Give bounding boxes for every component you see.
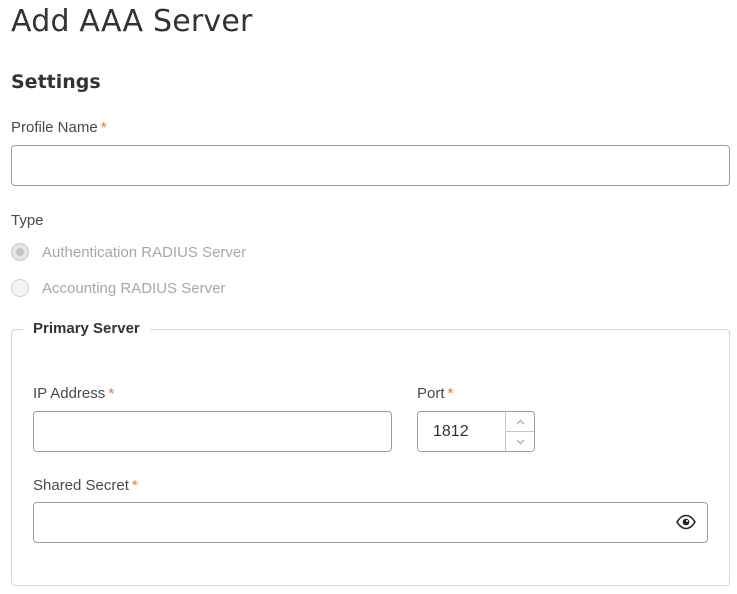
shared-secret-label: Shared Secret * bbox=[33, 477, 138, 495]
chevron-up-icon bbox=[516, 419, 524, 424]
radio-accounting-label: Accounting RADIUS Server bbox=[42, 279, 226, 297]
port-required-mark: * bbox=[447, 385, 454, 402]
profile-name-required-mark: * bbox=[100, 119, 107, 136]
port-label-text: Port bbox=[417, 385, 445, 402]
page-title: Add AAA Server bbox=[11, 4, 253, 39]
shared-secret-required-mark: * bbox=[131, 477, 138, 494]
profile-name-input[interactable] bbox=[11, 145, 730, 186]
port-label: Port * bbox=[417, 385, 453, 403]
radio-authentication-button[interactable] bbox=[11, 243, 29, 261]
radio-accounting-button[interactable] bbox=[11, 279, 29, 297]
chevron-down-icon bbox=[516, 439, 524, 444]
radio-authentication-label: Authentication RADIUS Server bbox=[42, 243, 247, 261]
eye-icon bbox=[676, 514, 696, 530]
port-increment-button[interactable] bbox=[506, 412, 534, 432]
shared-secret-label-text: Shared Secret bbox=[33, 477, 129, 494]
port-decrement-button[interactable] bbox=[506, 432, 534, 451]
shared-secret-input[interactable] bbox=[33, 502, 708, 543]
primary-server-fieldset bbox=[11, 329, 730, 586]
show-password-toggle[interactable] bbox=[676, 514, 696, 530]
settings-section-title: Settings bbox=[11, 71, 101, 93]
ip-address-label-text: IP Address bbox=[33, 385, 106, 402]
primary-server-legend: Primary Server bbox=[23, 319, 150, 339]
ip-address-input[interactable] bbox=[33, 411, 392, 452]
type-label: Type bbox=[11, 212, 44, 229]
ip-address-label: IP Address * bbox=[33, 385, 114, 403]
radio-option-accounting[interactable]: Accounting RADIUS Server bbox=[11, 278, 225, 298]
profile-name-label-text: Profile Name bbox=[11, 119, 98, 136]
profile-name-label: Profile Name * bbox=[11, 119, 107, 137]
port-stepper[interactable] bbox=[505, 412, 534, 451]
ip-address-required-mark: * bbox=[108, 385, 115, 402]
radio-option-authentication[interactable]: Authentication RADIUS Server bbox=[11, 242, 246, 262]
